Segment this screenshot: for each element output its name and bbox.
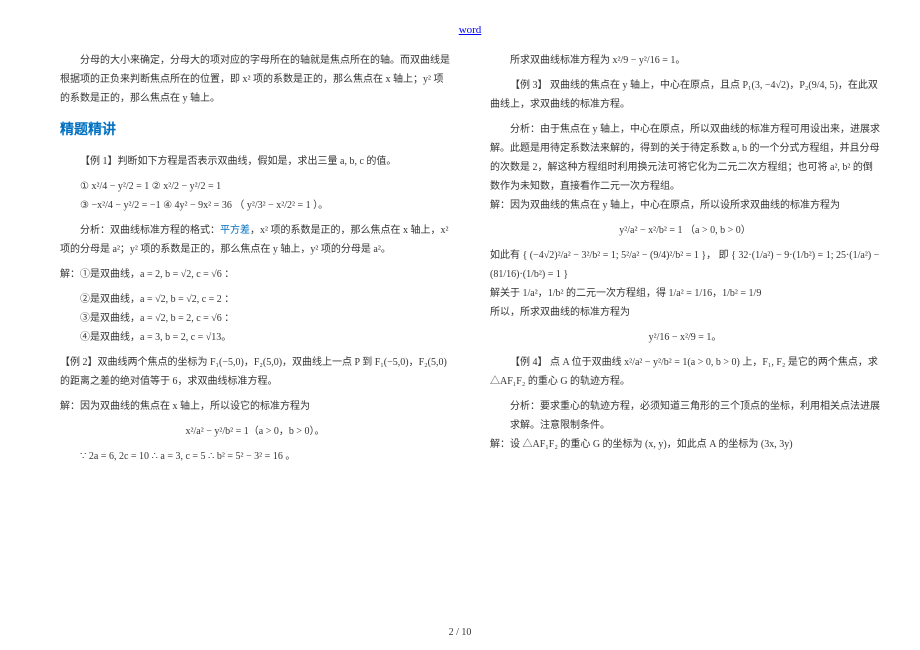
example-1-equation-2: ③ −x²/4 − y²/2 = −1 ④ 4y² − 9x² = 36 （ y… — [80, 196, 450, 215]
example-2-line-1: 解：因为双曲线的焦点在 x 轴上，所以设它的标准方程为 — [60, 397, 450, 416]
example-3-solution-line-4: 所以，所求双曲线的标准方程为 — [490, 303, 880, 322]
example-1-solution-2: ②是双曲线，a = √2, b = √2, c = 2 ： — [80, 290, 450, 309]
example-3-solution-line-2: 如此有 { (−4√2)²/a² − 3²/b² = 1; 5²/a² − (9… — [490, 246, 880, 284]
right-column: 所求双曲线标准方程为 x²/9 − y²/16 = 1。 【例 3】 双曲线的焦… — [490, 51, 880, 467]
example-3-equation-2: y²/16 − x²/9 = 1。 — [490, 328, 880, 347]
example-1-solution-4: ④是双曲线，a = 3, b = 2, c = √13。 — [80, 328, 450, 347]
highlight-text: 平方差 — [220, 225, 250, 236]
example-3-title: 【例 3】 双曲线的焦点在 y 轴上，中心在原点，且点 P₁(3, −4√2)，… — [490, 76, 880, 114]
example-1-title: 【例 1】判断如下方程是否表示双曲线，假如是，求出三量 a, b, c 的值。 — [60, 152, 450, 171]
example-2-title: 【例 2】双曲线两个焦点的坐标为 F₁(−5,0)，F₂(5,0)，双曲线上一点… — [60, 353, 450, 391]
example-3-solution-line-3: 解关于 1/a²，1/b² 的二元一次方程组，得 1/a² = 1/16，1/b… — [490, 284, 880, 303]
example-2-equation: x²/a² − y²/b² = 1（a > 0，b > 0）。 — [60, 422, 450, 441]
example-3-equation-1: y²/a² − x²/b² = 1 （a > 0, b > 0） — [490, 221, 880, 240]
left-column: 分母的大小来确定，分母大的项对应的字母所在的轴就是焦点所在的轴。而双曲线是根据项… — [60, 51, 450, 467]
example-3-analysis: 分析：由于焦点在 y 轴上，中心在原点，所以双曲线的标准方程可用设出来，进展求解… — [490, 120, 880, 196]
section-title: 精题精讲 — [60, 118, 450, 145]
document-page: word 分母的大小来确定，分母大的项对应的字母所在的轴就是焦点所在的轴。而双曲… — [0, 0, 920, 650]
page-footer: 2 / 10 — [0, 623, 920, 642]
intro-paragraph: 分母的大小来确定，分母大的项对应的字母所在的轴就是焦点所在的轴。而双曲线是根据项… — [60, 51, 450, 108]
page-header: word — [60, 20, 880, 41]
example-4-title: 【例 4】 点 A 位于双曲线 x²/a² − y²/b² = 1(a > 0,… — [490, 353, 880, 391]
example-2-line-2: ∵ 2a = 6, 2c = 10 ∴ a = 3, c = 5 ∴ b² = … — [80, 447, 450, 466]
example-1-equation-1: ① x²/4 − y²/2 = 1 ② x²/2 − y²/2 = 1 — [80, 177, 450, 196]
example-3-solution-line-1: 解：因为双曲线的焦点在 y 轴上，中心在原点，所以设所求双曲线的标准方程为 — [490, 196, 880, 215]
example-1-solution-3: ③是双曲线，a = √2, b = 2, c = √6 ： — [80, 309, 450, 328]
example-4-analysis: 分析：要求重心的轨迹方程，必须知道三角形的三个顶点的坐标，利用相关点法进展求解。… — [510, 397, 880, 435]
example-1-analysis: 分析：双曲线标准方程的格式：平方差，x² 项的系数是正的，那么焦点在 x 轴上，… — [60, 221, 450, 259]
continuation-text: 所求双曲线标准方程为 x²/9 − y²/16 = 1。 — [490, 51, 880, 70]
two-column-layout: 分母的大小来确定，分母大的项对应的字母所在的轴就是焦点所在的轴。而双曲线是根据项… — [60, 51, 880, 467]
example-4-solution: 解：设 △AF₁F₂ 的重心 G 的坐标为 (x, y)，如此点 A 的坐标为 … — [490, 435, 880, 454]
example-1-solution-1: 解：①是双曲线，a = 2, b = √2, c = √6 ： — [60, 265, 450, 284]
